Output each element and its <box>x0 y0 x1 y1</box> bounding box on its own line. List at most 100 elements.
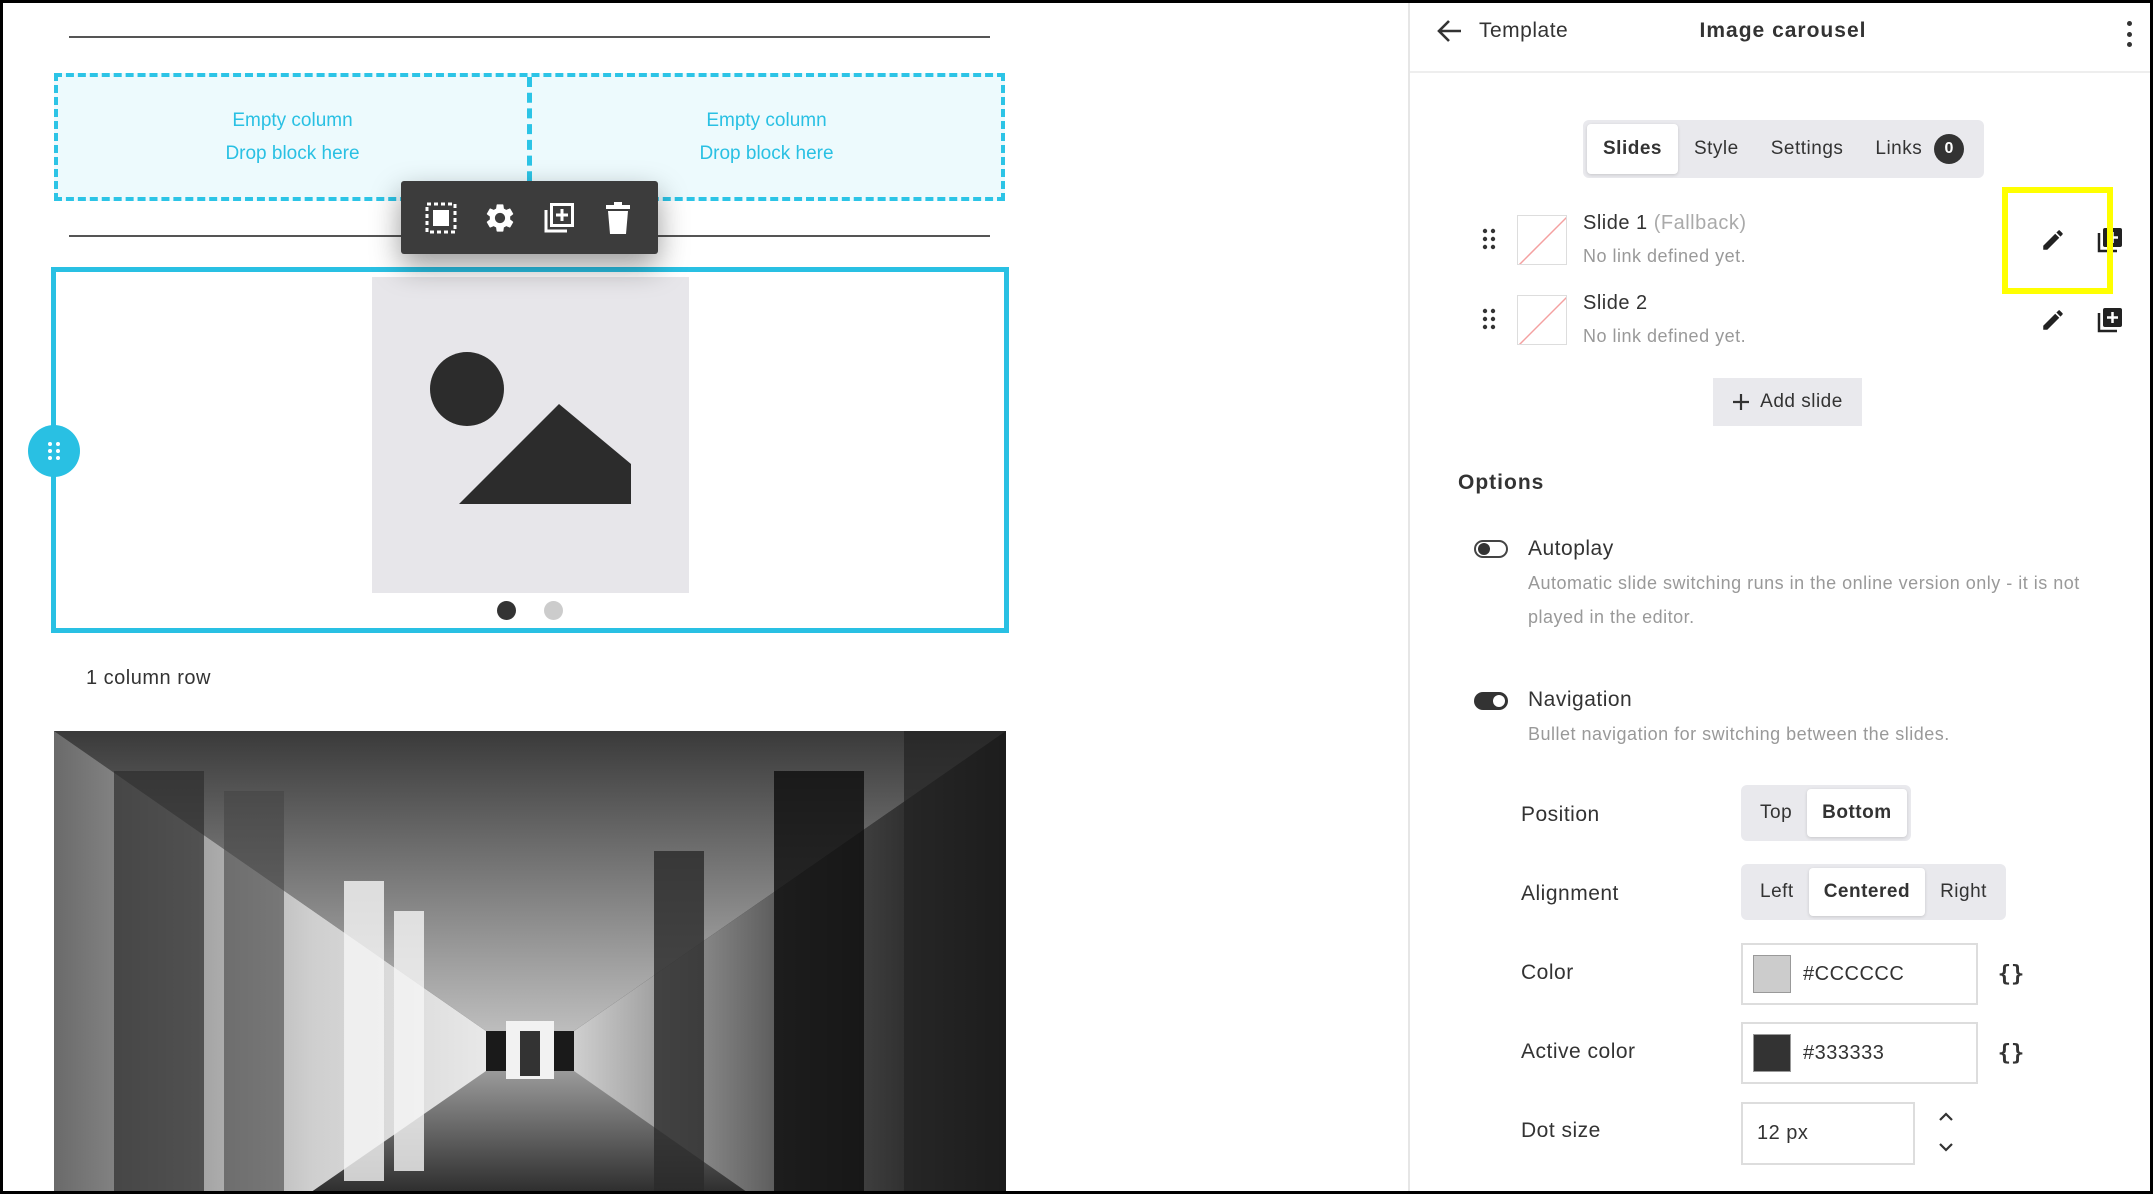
dot-size-value: 12 px <box>1757 1122 1809 1144</box>
tab-label: Slides <box>1603 138 1662 159</box>
position-bottom-option[interactable]: Bottom <box>1807 789 1907 837</box>
select-parent-button[interactable] <box>419 196 463 240</box>
color-swatch[interactable] <box>1753 955 1791 993</box>
highlight-box <box>2002 187 2113 294</box>
no-image-icon <box>1518 216 1566 264</box>
more-dot <box>2126 31 2132 37</box>
tab-links[interactable]: Links 0 <box>1859 124 1980 174</box>
duplicate-slide-button[interactable] <box>2092 302 2128 338</box>
block-drag-handle[interactable] <box>28 425 80 477</box>
add-slide-button[interactable]: Add slide <box>1713 378 1862 426</box>
duplicate-icon <box>2097 308 2122 333</box>
settings-button[interactable] <box>478 196 522 240</box>
color-value: #CCCCCC <box>1803 962 1905 985</box>
tab-label: Style <box>1693 138 1739 159</box>
options-title: Options <box>1458 471 1545 494</box>
increment-button[interactable] <box>1934 1107 1958 1127</box>
slide-name: Slide 2 <box>1583 292 1648 315</box>
editor-window: Empty column Drop block here Empty colum… <box>0 0 2153 1194</box>
trash-icon <box>606 201 631 234</box>
panel-title: Image carousel <box>1699 19 1867 42</box>
tab-label: Links <box>1875 138 1923 159</box>
corridor-photo[interactable] <box>54 731 1006 1191</box>
alignment-left-option[interactable]: Left <box>1745 868 1809 916</box>
divider <box>69 36 990 38</box>
slide-name: Slide 1 (Fallback) <box>1583 212 1747 235</box>
color-label: Color <box>1521 961 1574 984</box>
image-carousel-block[interactable] <box>51 267 1009 633</box>
slide-title: Slide 2 <box>1583 292 1648 314</box>
panel-header: Template Image carousel <box>1410 3 2150 73</box>
image-placeholder-icon <box>430 352 631 504</box>
chevron-up-icon <box>1939 1112 1953 1121</box>
active-color-swatch[interactable] <box>1753 1034 1791 1072</box>
plus-icon <box>1733 394 1750 410</box>
carousel-dot[interactable] <box>544 601 563 620</box>
active-color-variable-button[interactable]: {} <box>1994 1036 2028 1070</box>
editor-canvas: Empty column Drop block here Empty colum… <box>3 3 1408 1191</box>
drag-grip-icon[interactable] <box>1482 308 1496 335</box>
autoplay-label: Autoplay <box>1528 537 1614 560</box>
curly-braces-icon: {} <box>1997 1040 2025 1066</box>
corridor-photo-image <box>54 731 1006 1191</box>
empty-column-title: Empty column <box>706 110 827 131</box>
carousel-dot-active[interactable] <box>497 601 516 620</box>
slide-thumbnail <box>1517 295 1567 345</box>
gear-icon <box>486 203 514 232</box>
delete-button[interactable] <box>596 196 640 240</box>
select-parent-icon <box>425 202 457 233</box>
block-toolbar <box>401 181 658 254</box>
tab-settings[interactable]: Settings <box>1755 124 1860 174</box>
curly-braces-icon: {} <box>1997 961 2025 987</box>
autoplay-toggle[interactable] <box>1474 540 1508 558</box>
navigation-toggle[interactable] <box>1474 692 1508 710</box>
tab-slides[interactable]: Slides <box>1587 124 1678 174</box>
empty-column-title: Empty column <box>232 110 353 131</box>
autoplay-description: Automatic slide switching runs in the on… <box>1528 573 2080 627</box>
empty-column-hint: Drop block here <box>699 143 834 164</box>
edit-slide-button[interactable] <box>2035 302 2071 338</box>
alignment-label: Alignment <box>1521 882 1619 905</box>
dot-size-label: Dot size <box>1521 1119 1601 1142</box>
position-label: Position <box>1521 803 1600 826</box>
dot-size-stepper <box>1931 1107 1961 1157</box>
color-input[interactable]: #CCCCCC <box>1741 943 1978 1005</box>
tab-label: Settings <box>1770 138 1844 159</box>
empty-column-hint: Drop block here <box>225 143 360 164</box>
active-color-input[interactable]: #333333 <box>1741 1022 1978 1084</box>
drag-grip-icon[interactable] <box>1482 228 1496 255</box>
slide-thumbnail <box>1517 215 1567 265</box>
row-label: 1 column row <box>86 667 211 689</box>
image-placeholder <box>372 277 689 593</box>
active-color-value: #333333 <box>1803 1041 1885 1064</box>
slide-title: Slide 1 <box>1583 212 1648 234</box>
position-segmented-control: Top Bottom <box>1741 785 1911 841</box>
no-image-icon <box>1518 296 1566 344</box>
more-menu-button[interactable] <box>2122 19 2136 49</box>
more-dots-icon <box>2126 21 2132 26</box>
navigation-description: Bullet navigation for switching between … <box>1528 724 1950 744</box>
color-variable-button[interactable]: {} <box>1994 957 2028 991</box>
drag-grip-icon <box>48 442 60 460</box>
slide-link-status: No link defined yet. <box>1583 326 1747 346</box>
duplicate-button[interactable] <box>537 196 581 240</box>
position-top-option[interactable]: Top <box>1745 789 1807 837</box>
carousel-dots <box>56 601 1004 620</box>
alignment-segmented-control: Left Centered Right <box>1741 864 2006 920</box>
dot-size-input[interactable]: 12 px <box>1741 1102 1915 1165</box>
decrement-button[interactable] <box>1934 1137 1958 1157</box>
duplicate-icon <box>544 202 575 232</box>
alignment-centered-option[interactable]: Centered <box>1808 868 1926 916</box>
slide-list-item[interactable]: Slide 2 No link defined yet. <box>1470 290 2122 356</box>
links-count-badge: 0 <box>1934 134 1965 164</box>
chevron-down-icon <box>1939 1143 1953 1152</box>
add-slide-label: Add slide <box>1760 391 1843 412</box>
fallback-note: (Fallback) <box>1653 212 1747 234</box>
slide-link-status: No link defined yet. <box>1583 246 1747 266</box>
alignment-right-option[interactable]: Right <box>1925 868 2002 916</box>
empty-column-left[interactable]: Empty column Drop block here <box>58 77 527 197</box>
empty-column-right[interactable]: Empty column Drop block here <box>527 77 1001 197</box>
navigation-label: Navigation <box>1528 688 1633 711</box>
pencil-icon <box>2043 310 2063 330</box>
tab-style[interactable]: Style <box>1678 124 1755 174</box>
